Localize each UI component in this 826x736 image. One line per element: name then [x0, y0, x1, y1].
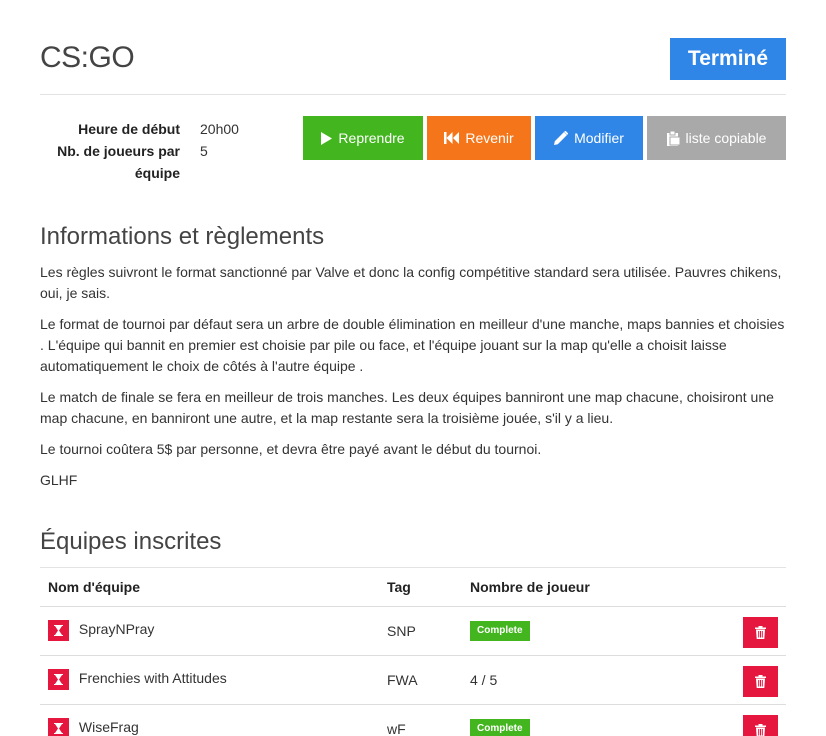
teams-title: Équipes inscrites: [40, 528, 222, 555]
team-tag: SNP: [379, 606, 462, 656]
start-time-row: Heure de début 20h00: [40, 118, 270, 140]
table-row: Frenchies with Attitudes FWA 4 / 5: [40, 655, 786, 705]
team-name: Frenchies with Attitudes: [78, 670, 227, 687]
delete-team-button[interactable]: [743, 715, 778, 736]
team-tag: FWA: [379, 655, 462, 705]
action-buttons: Reprendre Revenir Modifier liste copiabl…: [303, 116, 786, 160]
team-actions-cell: [662, 606, 786, 656]
rules-paragraph: Le match de finale se fera en meilleur d…: [40, 389, 774, 426]
team-name-cell: Frenchies with Attitudes: [40, 655, 379, 705]
team-players-count: 4 / 5: [462, 655, 662, 705]
status-badge: Terminé: [670, 38, 786, 80]
rules-paragraph: Le tournoi coûtera 5$ par personne, et d…: [40, 441, 542, 457]
edit-button-label: Modifier: [574, 130, 624, 146]
trash-icon: [755, 675, 766, 688]
rules-title: Informations et règlements: [40, 223, 325, 250]
teams-table: Nom d'équipe Tag Nombre de joueur SprayN…: [40, 568, 786, 736]
rules-paragraph: GLHF: [40, 472, 78, 488]
column-header-tag: Tag: [379, 568, 462, 607]
pencil-icon: [554, 131, 569, 145]
copyable-list-button-label: liste copiable: [685, 130, 767, 146]
table-row: SprayNPray SNP Complete: [40, 606, 786, 656]
back-button-label: Revenir: [465, 130, 514, 146]
trash-icon: [755, 626, 766, 639]
edit-button[interactable]: Modifier: [535, 116, 643, 160]
back-button[interactable]: Revenir: [427, 116, 531, 160]
rules-text: Les règles suivront le format sanctionné…: [40, 262, 786, 501]
complete-badge: Complete: [470, 719, 530, 736]
table-header-row: Nom d'équipe Tag Nombre de joueur: [40, 568, 786, 607]
team-name-cell: WiseFrag: [40, 704, 379, 736]
fast-backward-icon: [444, 132, 460, 144]
page-title: CS:GO: [40, 41, 135, 74]
hourglass-icon: [48, 669, 69, 690]
column-header-players: Nombre de joueur: [462, 568, 662, 607]
column-header-actions: [662, 568, 786, 607]
resume-button-label: Reprendre: [338, 130, 405, 146]
trash-icon: [755, 724, 766, 736]
team-name-cell: SprayNPray: [40, 606, 379, 656]
players-per-team-label: Nb. de joueurs par équipe: [57, 143, 180, 181]
start-time-label: Heure de début: [78, 121, 180, 137]
column-header-name: Nom d'équipe: [40, 568, 379, 607]
copyable-list-button[interactable]: liste copiable: [647, 116, 786, 160]
players-per-team-value: 5: [200, 143, 208, 159]
title-row: CS:GO Terminé: [40, 38, 786, 95]
resume-button[interactable]: Reprendre: [303, 116, 423, 160]
play-icon: [321, 131, 333, 145]
complete-badge: Complete: [470, 621, 530, 641]
delete-team-button[interactable]: [743, 617, 778, 648]
team-name: WiseFrag: [78, 719, 139, 736]
team-actions-cell: [662, 655, 786, 705]
tournament-meta: Heure de début 20h00 Nb. de joueurs par …: [40, 118, 270, 184]
team-players-cell: Complete: [462, 606, 662, 656]
team-name: SprayNPray: [78, 621, 155, 638]
team-actions-cell: [662, 704, 786, 736]
players-per-team-row: Nb. de joueurs par équipe 5: [40, 140, 270, 184]
tournament-page: CS:GO Terminé Heure de début 20h00 Nb. d…: [0, 0, 826, 736]
hourglass-icon: [48, 718, 69, 736]
hourglass-icon: [48, 620, 69, 641]
rules-paragraph: Les règles suivront le format sanctionné…: [40, 264, 782, 301]
delete-team-button[interactable]: [743, 666, 778, 697]
rules-paragraph: Le format de tournoi par défaut sera un …: [40, 316, 785, 374]
team-tag: wF: [379, 704, 462, 736]
table-row: WiseFrag wF Complete: [40, 704, 786, 736]
team-players-cell: Complete: [462, 704, 662, 736]
clipboard-icon: [666, 130, 680, 146]
start-time-value: 20h00: [200, 121, 239, 137]
